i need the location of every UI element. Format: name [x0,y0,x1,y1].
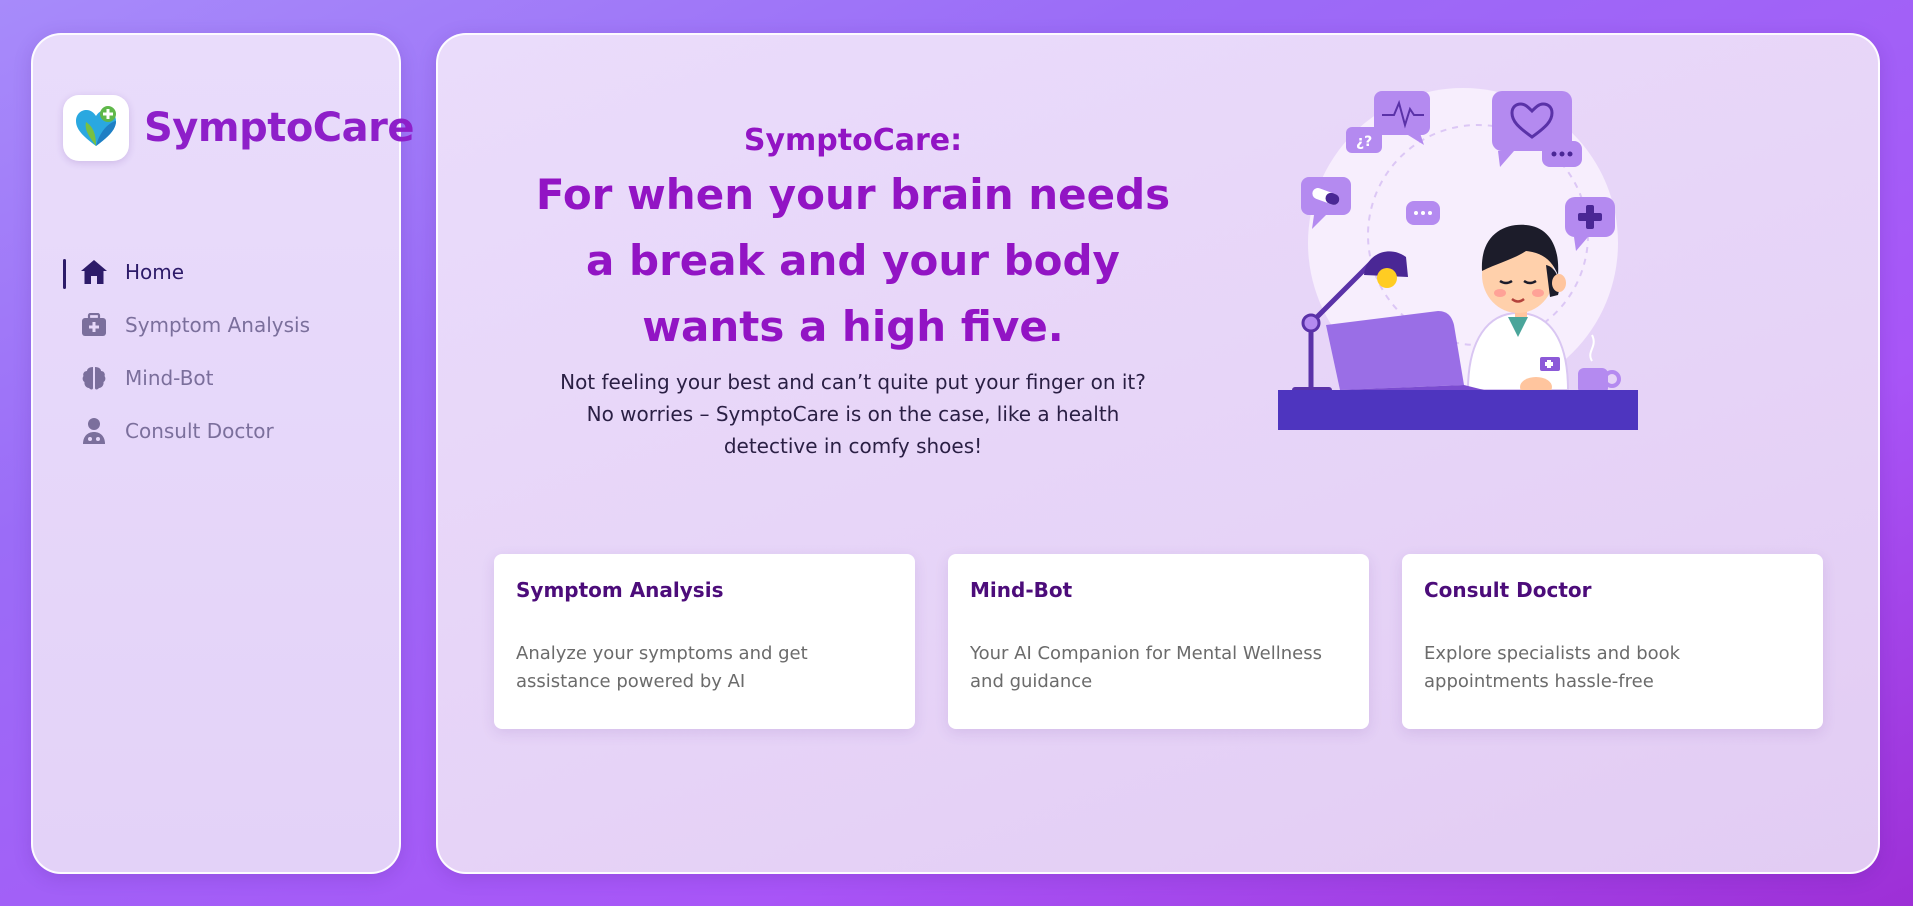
sidebar-item-mind-bot[interactable]: Mind-Bot [63,351,373,404]
hero-subtext: Not feeling your best and can’t quite pu… [560,370,1146,458]
medical-kit-icon [79,310,109,340]
question-bubble-icon: ¿? [1346,127,1382,153]
home-icon [79,257,109,287]
hero-headline: For when your brain needs a break and yo… [535,170,1171,351]
card-description: Your AI Companion for Mental Wellness an… [970,643,1322,692]
brand[interactable]: SymptoCare [63,95,415,161]
sidebar-item-label: Symptom Analysis [125,312,311,337]
sidebar-item-label: Home [125,259,185,284]
feature-card-consult-doctor[interactable]: Consult Doctor Explore specialists and b… [1402,554,1823,729]
sidebar-item-label: Mind-Bot [125,365,214,390]
card-title: Consult Doctor [1424,578,1592,602]
hero-kicker: SymptoCare: [743,123,963,158]
feature-card-mind-bot[interactable]: Mind-Bot Your AI Companion for Mental We… [948,554,1369,729]
card-description: Explore specialists and book appointment… [1424,643,1681,692]
brain-icon [79,363,109,393]
hero: SymptoCare: For when your brain needs a … [528,123,1178,462]
sidebar-item-home[interactable]: Home [63,245,373,298]
feature-cards: Symptom Analysis Analyze your symptoms a… [494,554,1823,729]
heart-plus-icon [63,95,129,161]
brand-name: SymptoCare [144,105,415,151]
card-description: Analyze your symptoms and get assistance… [516,643,808,692]
card-title: Mind-Bot [970,578,1073,602]
feature-card-symptom-analysis[interactable]: Symptom Analysis Analyze your symptoms a… [494,554,915,729]
sidebar-item-consult-doctor[interactable]: Consult Doctor [63,404,373,457]
sidebar: SymptoCare Home Symptom Analysis Mind-Bo… [31,33,415,874]
doctor-icon [79,416,109,446]
main-panel: SymptoCare: For when your brain needs a … [436,33,1880,874]
svg-text:¿?: ¿? [1356,134,1372,150]
sidebar-nav: Home Symptom Analysis Mind-Bot Consult D… [63,245,373,457]
sidebar-item-label: Consult Doctor [125,418,274,443]
dots-bubble-icon [1542,141,1582,167]
card-title: Symptom Analysis [516,578,724,602]
sidebar-item-symptom-analysis[interactable]: Symptom Analysis [63,298,373,351]
dots-small-bubble-icon [1406,201,1440,225]
doctor-at-laptop-illustration: ¿? [1278,85,1638,430]
